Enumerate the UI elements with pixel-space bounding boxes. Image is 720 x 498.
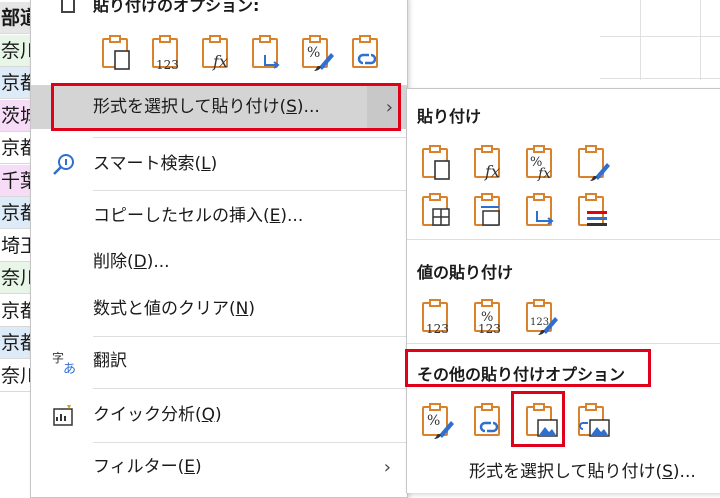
paste-values-icon[interactable]: 123 [147,33,187,73]
insert-copied-cells-label: コピーしたセルの挿入(E)... [93,206,304,226]
paste-formulas-icon[interactable]: fx [197,33,237,73]
paste-special-bottom-item[interactable]: 形式を選択して貼り付け(S)... [469,457,696,482]
quick-analysis-menu-item[interactable]: クイック分析(Q) [31,393,407,437]
sheet-cell[interactable]: 奈川 [0,34,30,67]
clipboard-small-icon [61,0,75,13]
keep-source-formatting-icon[interactable] [573,143,613,183]
paste-link-icon[interactable] [347,33,387,73]
delete-label: 削除(D)... [93,252,170,272]
paste-special-submenu: 貼り付け fx % fx 値の貼り付け 123 % 123 123 その他の貼り付け… [405,88,720,493]
filter-menu-item[interactable]: フィルター(E) › [31,445,407,489]
smart-lookup-label: スマート検索(L) [93,154,218,174]
paste-special-highlight [51,83,401,131]
quick-analysis-label: クイック分析(Q) [93,405,222,425]
sheet-cell[interactable]: 茨城 [0,99,30,132]
svg-text:fx: fx [484,162,500,181]
background-grid [600,0,720,80]
picture-icon-highlight [511,391,565,447]
spreadsheet-column: 部道奈川京都茨城京都千葉京都埼玉奈川京都京都奈川 [0,0,31,492]
keep-column-widths-icon[interactable] [469,191,509,231]
paste-transpose-icon[interactable] [247,33,287,73]
sheet-cell[interactable]: 京都 [0,67,30,99]
svg-text:123: 123 [478,322,501,336]
translate-menu-item[interactable]: 字あ 翻訳 [31,339,407,383]
svg-text:123: 123 [426,322,449,336]
translate-label: 翻訳 [93,351,127,371]
values-source-formatting-icon[interactable]: 123 [521,297,561,337]
sheet-cell[interactable]: 千葉 [0,164,30,197]
sheet-cell[interactable]: 奈川 [0,262,30,294]
transpose-icon[interactable] [521,191,561,231]
sheet-cell[interactable]: 部道 [0,2,30,34]
linked-picture-icon[interactable] [573,401,613,441]
values-number-format-icon[interactable]: % 123 [469,297,509,337]
paste-formulas-number-format-icon[interactable]: % fx [521,143,561,183]
other-paste-options-highlight [405,349,651,387]
formatting-icon[interactable]: % [417,401,457,441]
sheet-cell[interactable]: 京都 [0,327,30,359]
paste-section-title: 貼り付け [417,107,482,126]
paste-values-section-title: 値の貼り付け [417,263,514,282]
sheet-cell[interactable]: 奈川 [0,359,30,392]
paste-formulas-icon[interactable]: fx [469,143,509,183]
paste-icon[interactable] [97,33,137,73]
paste-options-header: 貼り付けのオプション: [93,0,260,15]
values-icon[interactable]: 123 [417,297,457,337]
chevron-right-icon: › [383,457,391,478]
svg-text:123: 123 [530,317,549,328]
paste-icon[interactable] [417,143,457,183]
smart-lookup-menu-item[interactable]: スマート検索(L) [31,142,407,186]
clear-contents-menu-item[interactable]: 数式と値のクリア(N) [31,287,407,331]
quick-analysis-icon [51,403,77,429]
svg-text:%: % [427,413,440,429]
sheet-cell[interactable]: 京都 [0,294,30,327]
svg-text:fx: fx [212,52,228,71]
insert-copied-cells-menu-item[interactable]: コピーしたセルの挿入(E)... [31,194,407,238]
translate-icon: 字あ [51,349,77,377]
delete-menu-item[interactable]: 削除(D)... [31,240,407,284]
conditional-formatting-icon[interactable] [573,191,613,231]
svg-text:%: % [307,45,320,61]
svg-text:123: 123 [156,58,179,72]
svg-text:あ: あ [63,362,76,375]
clear-contents-label: 数式と値のクリア(N) [93,299,255,319]
paste-formatting-icon[interactable]: % [297,33,337,73]
sheet-cell[interactable]: 京都 [0,197,30,229]
no-borders-icon[interactable] [417,191,457,231]
sheet-cell[interactable]: 京都 [0,132,30,164]
lookup-icon [51,152,77,178]
paste-link-icon[interactable] [469,401,509,441]
sheet-cell[interactable]: 埼玉 [0,229,30,262]
svg-text:fx: fx [537,166,551,182]
context-menu: 貼り付けのオプション: 123 fx % 形式を選択して貼り付け(S)... ›… [30,0,408,498]
filter-label: フィルター(E) [93,457,202,477]
